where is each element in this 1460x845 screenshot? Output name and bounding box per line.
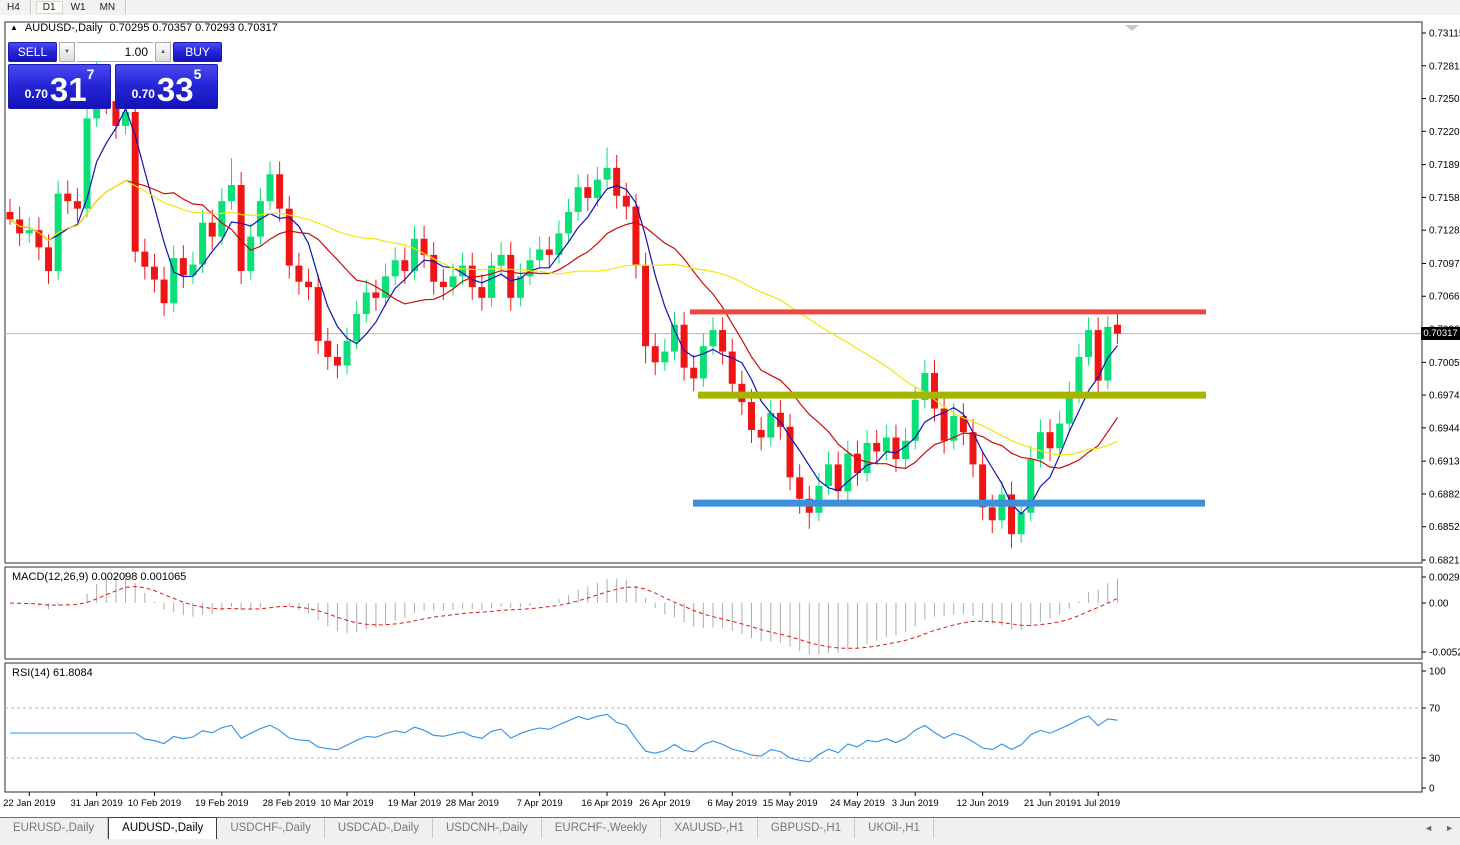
macd-indicator-label: MACD(12,26,9) 0.002098 0.001065 xyxy=(12,571,186,583)
svg-text:21 Jun 2019: 21 Jun 2019 xyxy=(1024,798,1076,809)
sell-button[interactable]: SELL xyxy=(8,42,57,62)
buy-button[interactable]: BUY xyxy=(173,42,222,62)
svg-text:0.71890: 0.71890 xyxy=(1429,160,1460,171)
timeframe-mn-button[interactable]: MN xyxy=(94,1,122,14)
svg-text:10 Mar 2019: 10 Mar 2019 xyxy=(320,798,373,809)
svg-text:10 Feb 2019: 10 Feb 2019 xyxy=(128,798,181,809)
tab-audusd[interactable]: AUDUSD-,Daily xyxy=(108,817,217,839)
svg-text:7 Apr 2019: 7 Apr 2019 xyxy=(517,798,563,809)
tab-gbpusd[interactable]: GBPUSD-,H1 xyxy=(758,818,855,838)
svg-text:0.71585: 0.71585 xyxy=(1429,193,1460,204)
price-chart-canvas[interactable]: 0.73115 0.72810 0.72505 0.72200 0.71890 0.715… xyxy=(0,15,1460,845)
date-axis[interactable]: 22 Jan 2019 31 Jan 2019 10 Feb 2019 19 Feb … xyxy=(3,792,1120,809)
svg-text:0.002984: 0.002984 xyxy=(1429,573,1460,584)
toolbar-separator xyxy=(125,1,127,14)
svg-text:0.71280: 0.71280 xyxy=(1429,226,1460,237)
rsi-value: 61.8084 xyxy=(53,667,93,679)
svg-text:6 May 2019: 6 May 2019 xyxy=(707,798,757,809)
sell-price-box[interactable]: 0.70317 xyxy=(8,64,111,109)
chart-collapse-icon[interactable]: ▲ xyxy=(10,24,18,32)
svg-text:0.68210: 0.68210 xyxy=(1429,556,1460,567)
svg-text:19 Feb 2019: 19 Feb 2019 xyxy=(195,798,248,809)
timeframe-d1-button[interactable]: D1 xyxy=(36,1,63,14)
buy-price-big: 33 xyxy=(157,75,194,105)
toolbar-separator xyxy=(30,1,32,14)
sell-price-big: 31 xyxy=(50,75,87,105)
tab-usdchf[interactable]: USDCHF-,Daily xyxy=(217,818,325,838)
rsi-line xyxy=(10,714,1118,762)
svg-text:70: 70 xyxy=(1429,704,1441,715)
buy-price-pip: 5 xyxy=(194,66,202,82)
volume-increase-button[interactable]: ▲ xyxy=(155,42,171,62)
svg-text:0.69745: 0.69745 xyxy=(1429,391,1460,402)
chart-window[interactable]: 0.73115 0.72810 0.72505 0.72200 0.71890 0.715… xyxy=(0,15,1460,845)
sell-price-pip: 7 xyxy=(87,66,95,82)
svg-text:0.72810: 0.72810 xyxy=(1429,61,1460,72)
tab-scroll-left-icon[interactable]: ◄ xyxy=(1424,823,1433,833)
svg-text:0.68825: 0.68825 xyxy=(1429,489,1460,500)
svg-text:0.69440: 0.69440 xyxy=(1429,423,1460,434)
svg-text:100: 100 xyxy=(1429,667,1446,678)
volume-decrease-button[interactable]: ▼ xyxy=(59,42,75,62)
svg-text:24 May 2019: 24 May 2019 xyxy=(830,798,885,809)
tab-ukoil[interactable]: UKOil-,H1 xyxy=(855,818,934,838)
svg-text:0.00: 0.00 xyxy=(1429,599,1449,610)
svg-text:-0.005256: -0.005256 xyxy=(1429,648,1460,659)
tab-usdcnh[interactable]: USDCNH-,Daily xyxy=(433,818,542,838)
tab-eurchf[interactable]: EURCHF-,Weekly xyxy=(542,818,661,838)
svg-text:3 Jun 2019: 3 Jun 2019 xyxy=(892,798,939,809)
svg-text:31 Jan 2019: 31 Jan 2019 xyxy=(71,798,123,809)
svg-text:0.69130: 0.69130 xyxy=(1429,457,1460,468)
tab-scroll-right-icon[interactable]: ► xyxy=(1445,823,1454,833)
svg-text:12 Jun 2019: 12 Jun 2019 xyxy=(956,798,1008,809)
timeframe-toolbar: H4 D1 W1 MN xyxy=(0,0,1460,16)
svg-text:16 Apr 2019: 16 Apr 2019 xyxy=(581,798,632,809)
tab-eurusd[interactable]: EURUSD-,Daily xyxy=(0,818,108,838)
svg-text:0.70970: 0.70970 xyxy=(1429,259,1460,270)
macd-histogram xyxy=(10,573,1117,655)
ma-34-line xyxy=(10,181,1118,455)
svg-text:15 May 2019: 15 May 2019 xyxy=(763,798,818,809)
tab-xauusd[interactable]: XAUUSD-,H1 xyxy=(661,818,758,838)
svg-text:30: 30 xyxy=(1429,754,1441,765)
svg-text:0: 0 xyxy=(1429,784,1435,795)
sell-price-prefix: 0.70 xyxy=(25,87,48,101)
svg-text:22 Jan 2019: 22 Jan 2019 xyxy=(3,798,55,809)
rsi-pane-frame xyxy=(5,663,1422,792)
macd-signal-line xyxy=(10,587,1118,649)
buy-price-box[interactable]: 0.70335 xyxy=(115,64,218,109)
price-axis[interactable]: 0.73115 0.72810 0.72505 0.72200 0.71890 0.715… xyxy=(1422,29,1460,795)
one-click-trading-panel: SELL ▼ ▲ BUY 0.70317 0.70335 xyxy=(8,42,222,109)
candles xyxy=(7,51,1121,548)
svg-text:28 Mar 2019: 28 Mar 2019 xyxy=(446,798,499,809)
svg-text:0.72200: 0.72200 xyxy=(1429,127,1460,138)
chart-shift-icon[interactable] xyxy=(1125,25,1139,31)
svg-text:0.68520: 0.68520 xyxy=(1429,522,1460,533)
macd-pane-frame xyxy=(5,567,1422,659)
current-price-tag: 0.70317 xyxy=(1421,327,1460,340)
rsi-indicator-label: RSI(14) 61.8084 xyxy=(12,667,93,679)
svg-text:0.70665: 0.70665 xyxy=(1429,292,1460,303)
chart-header: ▲ AUDUSD-,Daily 0.70295 0.70357 0.70293 … xyxy=(10,22,278,34)
svg-text:28 Feb 2019: 28 Feb 2019 xyxy=(263,798,316,809)
symbol-tabbar: EURUSD-,Daily AUDUSD-,Daily USDCHF-,Dail… xyxy=(0,817,1460,845)
svg-text:0.72505: 0.72505 xyxy=(1429,94,1460,105)
buy-price-prefix: 0.70 xyxy=(132,87,155,101)
svg-text:26 Apr 2019: 26 Apr 2019 xyxy=(639,798,690,809)
volume-input[interactable] xyxy=(77,42,153,62)
tab-usdcad[interactable]: USDCAD-,Daily xyxy=(325,818,433,838)
svg-text:0.70050: 0.70050 xyxy=(1429,358,1460,369)
svg-text:19 Mar 2019: 19 Mar 2019 xyxy=(388,798,441,809)
timeframe-h4-button[interactable]: H4 xyxy=(1,1,26,14)
chart-ohlc-values: 0.70295 0.70357 0.70293 0.70317 xyxy=(110,22,278,34)
svg-text:1 Jul 2019: 1 Jul 2019 xyxy=(1076,798,1120,809)
chart-symbol-label: AUDUSD-,Daily xyxy=(25,22,103,34)
svg-text:0.73115: 0.73115 xyxy=(1429,29,1460,40)
timeframe-w1-button[interactable]: W1 xyxy=(65,1,92,14)
macd-values: 0.002098 0.001065 xyxy=(91,571,186,583)
